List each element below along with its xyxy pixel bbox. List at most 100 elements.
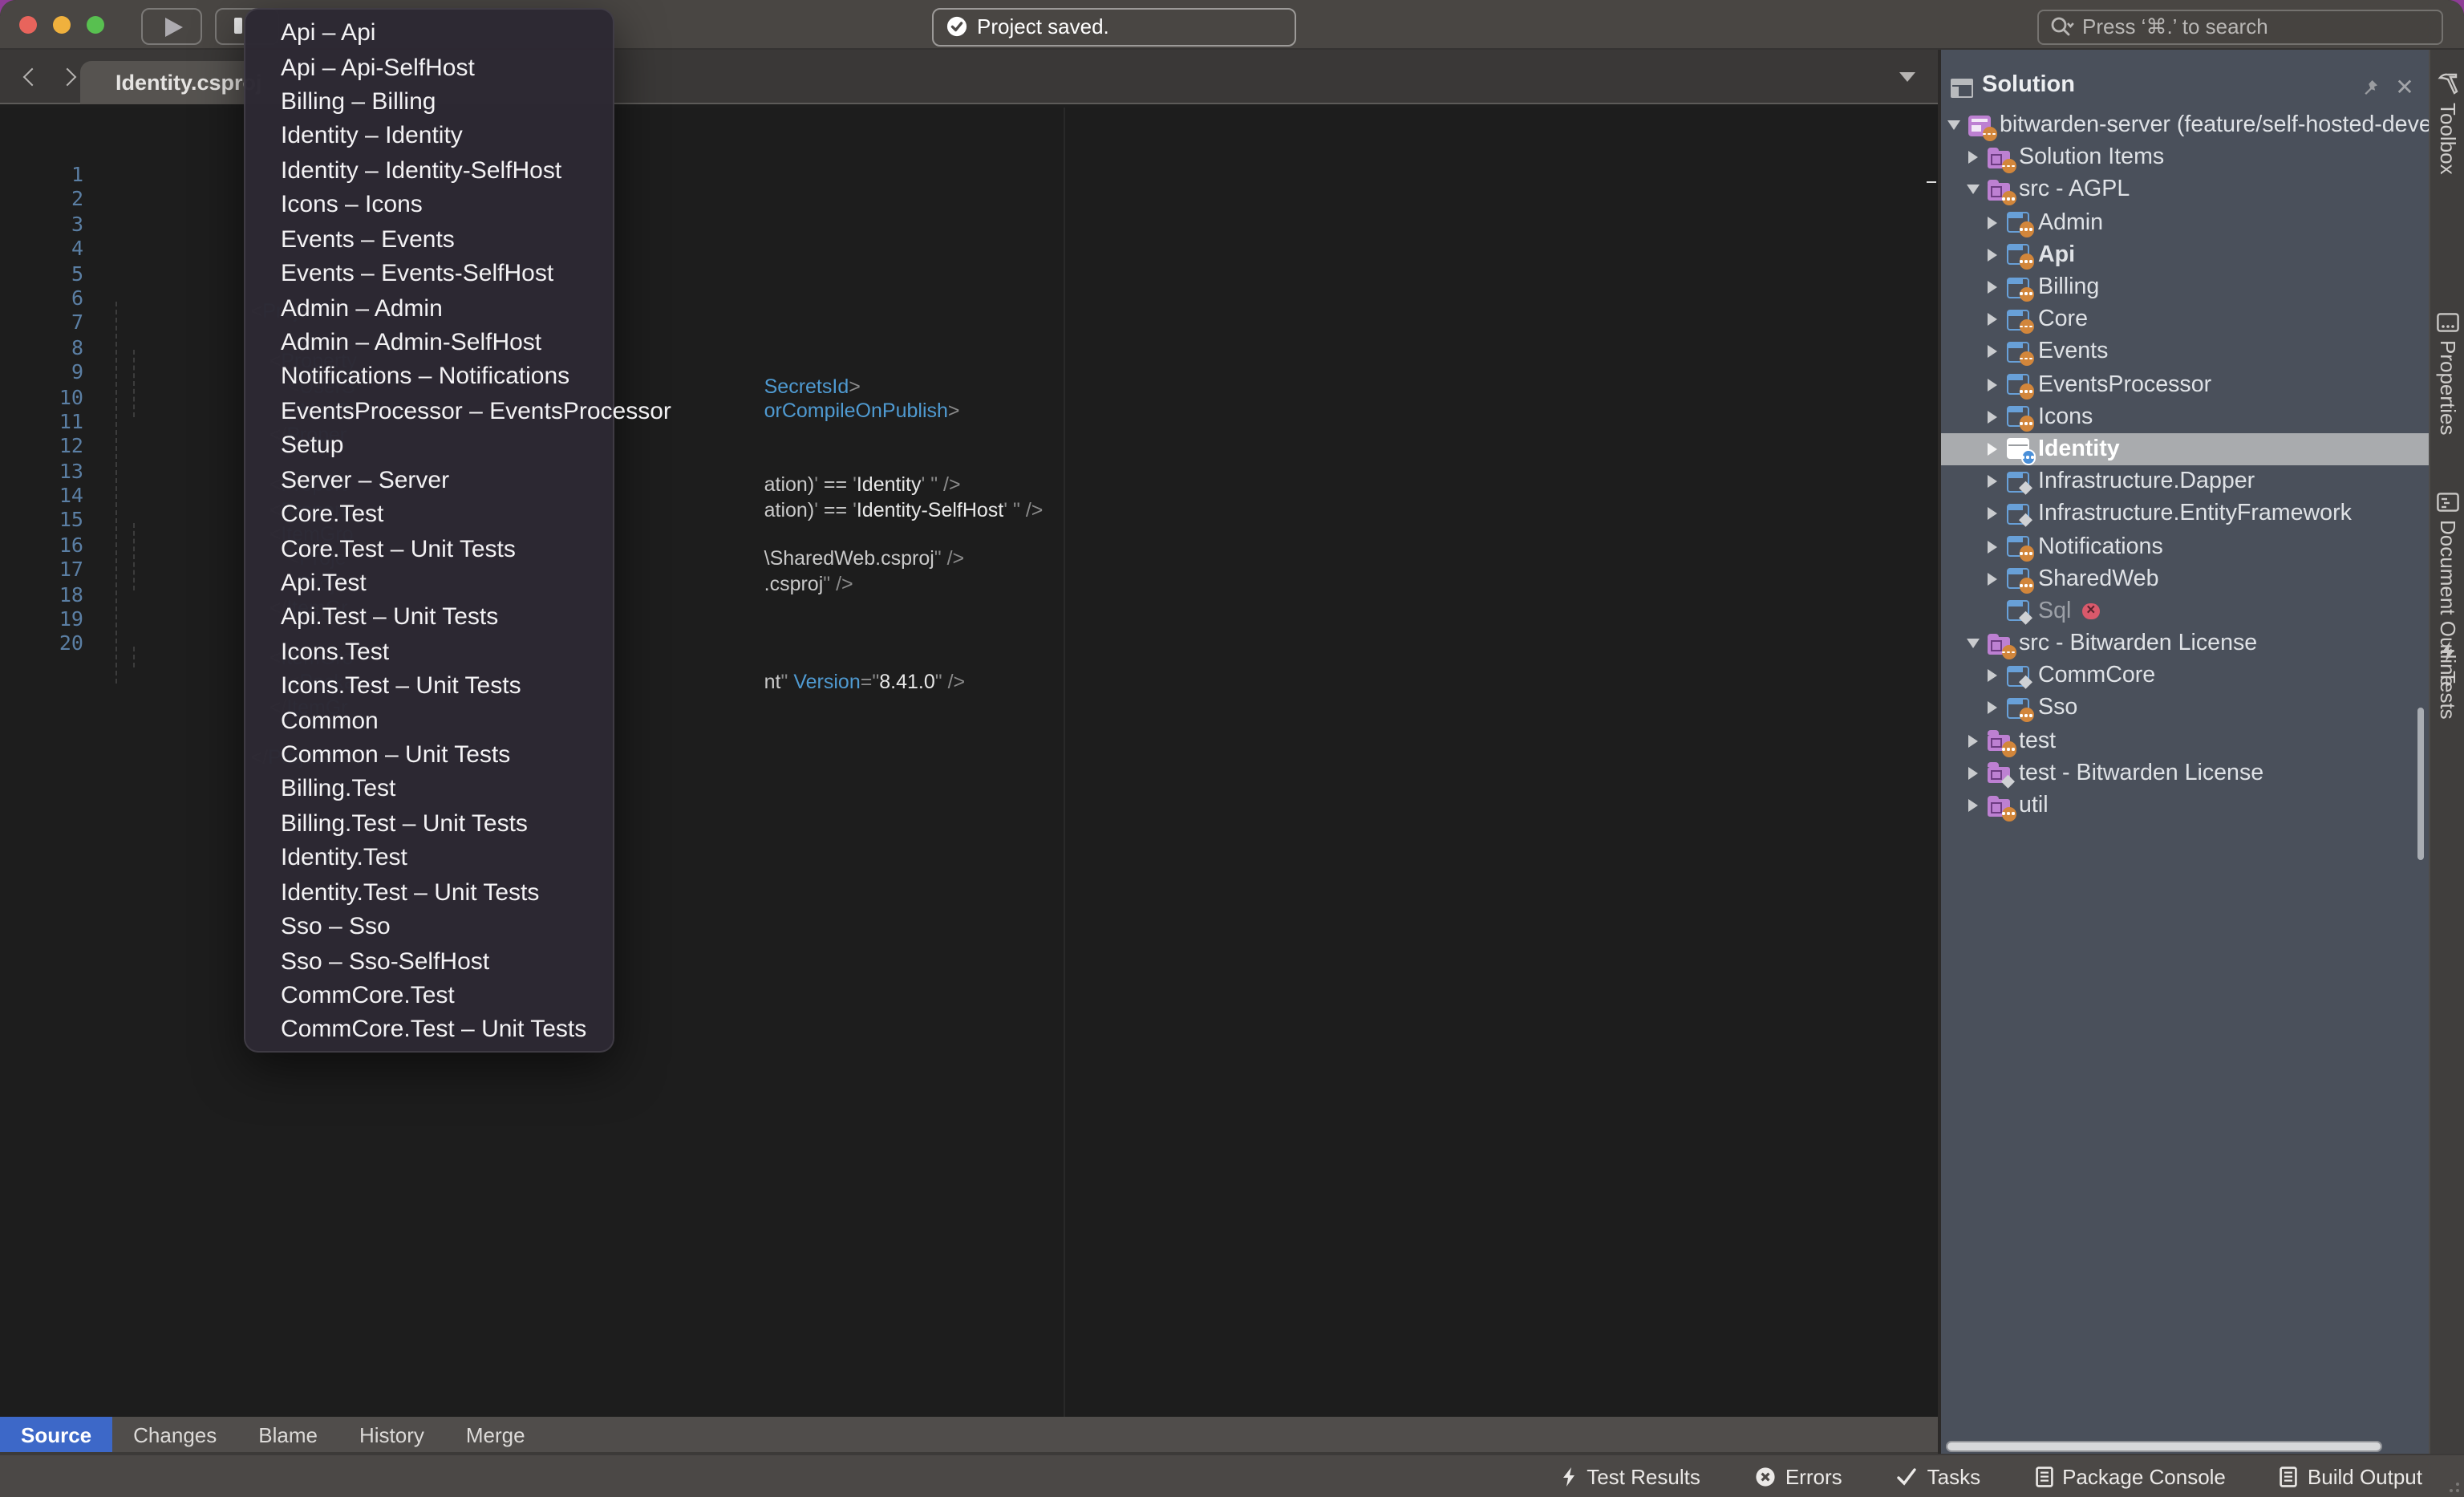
tree-row[interactable]: Notifications [1940,530,2429,562]
status-bar-button[interactable]: Errors [1755,1464,1842,1488]
run-configuration-menu-item[interactable]: Icons – Icons [245,188,613,222]
expander-icon[interactable] [1982,498,2003,530]
horizontal-scrollbar[interactable] [1945,1441,2381,1451]
run-configuration-menu-item[interactable]: Icons.Test [245,635,613,669]
run-configuration-menu-item[interactable]: Api – Api-SelfHost [245,51,613,85]
status-bar-button[interactable]: Package Console [2035,1464,2226,1488]
tree-row[interactable]: Infrastructure.EntityFramework [1940,498,2429,530]
run-button[interactable] [141,8,202,45]
tree-row[interactable]: Infrastructure.Dapper [1940,465,2429,497]
expander-icon[interactable] [1963,724,1984,757]
expander-icon[interactable] [1982,336,2003,368]
tree-row[interactable]: Sso [1940,692,2429,724]
run-configuration-menu-item[interactable]: Server – Server [245,463,613,497]
tree-row[interactable]: SharedWeb [1940,562,2429,594]
expander-icon[interactable] [1982,465,2003,497]
navigate-back-icon[interactable] [23,68,42,87]
tab-list-dropdown-icon[interactable] [1899,72,1915,82]
tree-row[interactable]: Identity [1940,433,2429,465]
expander-icon[interactable] [1982,303,2003,335]
expander-icon[interactable] [1982,433,2003,465]
status-bar-button[interactable]: Build Output [2280,1464,2422,1488]
expander-icon[interactable] [1982,271,2003,303]
expander-icon[interactable] [1963,174,1984,206]
tree-row[interactable]: test [1940,724,2429,757]
run-configuration-menu-item[interactable]: Events – Events [245,222,613,257]
run-configuration-menu-item[interactable]: Identity – Identity [245,120,613,154]
tree-row[interactable]: Api [1940,239,2429,271]
run-configuration-menu-item[interactable]: Icons.Test – Unit Tests [245,669,613,704]
vc-tab[interactable]: Source [0,1417,112,1452]
run-configuration-menu-item[interactable]: Billing.Test [245,773,613,807]
global-search-input[interactable]: Press ‘⌘.’ to search [2037,10,2443,44]
tree-row[interactable]: EventsProcessor [1940,368,2429,400]
dock-tab[interactable]: Toolbox [2430,72,2464,175]
run-configuration-menu-item[interactable]: Billing – Billing [245,85,613,120]
expander-icon[interactable] [1963,141,1984,173]
run-configuration-menu-item[interactable]: Common [245,704,613,738]
run-configuration-menu-item[interactable]: Api.Test – Unit Tests [245,600,613,635]
status-bar-button[interactable]: Test Results [1561,1464,1700,1488]
expander-icon[interactable] [1982,530,2003,562]
tree-row[interactable]: Events [1940,336,2429,368]
run-configuration-menu-item[interactable]: Core.Test – Unit Tests [245,532,613,566]
run-configuration-menu-item[interactable]: Sso – Sso [245,910,613,944]
run-configuration-menu-item[interactable]: Admin – Admin [245,291,613,326]
close-pad-icon[interactable]: ✕ [2393,75,2416,98]
tree-row[interactable]: util [1940,789,2429,822]
run-configuration-menu-item[interactable]: Common – Unit Tests [245,738,613,773]
run-configuration-menu-item[interactable]: Identity.Test – Unit Tests [245,875,613,910]
expander-icon[interactable] [1982,595,2003,627]
dock-tab[interactable]: Properties [2430,313,2464,436]
expander-icon[interactable] [1982,400,2003,432]
run-configuration-menu-item[interactable]: Api.Test [245,566,613,601]
run-configuration-menu-item[interactable]: Setup [245,428,613,463]
tree-row[interactable]: Solution Items [1940,141,2429,173]
run-configuration-menu-item[interactable]: Events – Events-SelfHost [245,257,613,291]
tree-row[interactable]: src - Bitwarden License [1940,627,2429,659]
vc-tab[interactable]: Changes [112,1417,237,1452]
tree-row[interactable]: src - AGPL [1940,174,2429,206]
expander-icon[interactable] [1963,627,1984,659]
run-configuration-menu-item[interactable]: Api – Api [245,16,613,51]
expander-icon[interactable] [1963,789,1984,822]
tree-row[interactable]: Icons [1940,400,2429,432]
run-configuration-menu-item[interactable]: Admin – Admin-SelfHost [245,326,613,360]
expander-icon[interactable] [1982,368,2003,400]
run-configuration-menu-item[interactable]: Identity – Identity-SelfHost [245,153,613,188]
tree-row[interactable]: Sql [1940,595,2429,627]
tree-row[interactable]: CommCore [1940,659,2429,692]
expander-icon[interactable] [1963,757,1984,789]
tree-row[interactable]: Admin [1940,206,2429,238]
vc-tab[interactable]: Blame [237,1417,338,1452]
vertical-scrollbar[interactable] [2417,708,2424,860]
run-configuration-menu-item[interactable]: CommCore.Test – Unit Tests [245,1012,613,1047]
expander-icon[interactable] [1982,239,2003,271]
status-bar-button[interactable]: Tasks [1897,1464,1980,1488]
dock-tab[interactable]: Tests [2430,640,2464,720]
run-configuration-menu-item[interactable]: Billing.Test – Unit Tests [245,806,613,841]
tree-row[interactable]: test - Bitwarden License [1940,757,2429,789]
navigate-forward-icon[interactable] [59,68,77,87]
run-configuration-menu-item[interactable]: EventsProcessor – EventsProcessor [245,394,613,428]
window-zoom-button[interactable] [87,16,104,34]
expander-icon[interactable] [1982,206,2003,238]
run-configuration-menu-item[interactable]: Identity.Test [245,841,613,875]
tree-row[interactable]: Core [1940,303,2429,335]
expander-icon[interactable] [1943,109,1964,141]
tree-row[interactable]: bitwarden-server (feature/self-hosted-de… [1940,109,2429,141]
window-minimize-button[interactable] [53,16,71,34]
run-configuration-menu-item[interactable]: Notifications – Notifications [245,359,613,394]
expander-icon[interactable] [1982,692,2003,724]
expander-icon[interactable] [1982,659,2003,692]
run-configuration-menu-item[interactable]: Sso – Sso-SelfHost [245,944,613,979]
window-close-button[interactable] [19,16,37,34]
tree-row[interactable]: Billing [1940,271,2429,303]
vc-tab[interactable]: History [338,1417,445,1452]
expander-icon[interactable] [1982,562,2003,594]
resize-grip[interactable] [2443,1476,2459,1492]
run-configuration-menu-item[interactable]: CommCore.Test [245,979,613,1013]
pin-icon[interactable] [2358,75,2381,98]
vc-tab[interactable]: Merge [445,1417,546,1452]
run-configuration-menu-item[interactable]: Core.Test [245,497,613,532]
